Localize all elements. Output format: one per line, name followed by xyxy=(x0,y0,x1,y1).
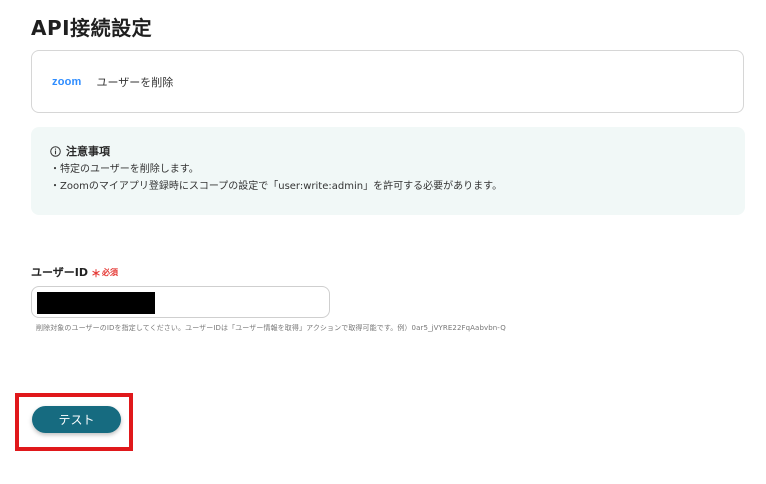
user-id-label-text: ユーザーID xyxy=(31,266,89,279)
notice-heading: 注意事項 xyxy=(50,143,725,159)
notice-panel: 注意事項 ・特定のユーザーを削除します。 ・Zoomのマイアプリ登録時にスコープ… xyxy=(31,127,745,215)
notice-heading-text: 注意事項 xyxy=(66,145,110,158)
page-title: API接続設定 xyxy=(31,16,153,40)
notice-line-1: ・特定のユーザーを削除します。 xyxy=(50,164,199,175)
user-id-input[interactable] xyxy=(31,286,330,318)
redacted-value xyxy=(37,292,155,314)
zoom-logo: zoom xyxy=(52,75,82,88)
action-selector[interactable]: zoom ユーザーを削除 xyxy=(31,50,744,113)
notice-line-2: ・Zoomのマイアプリ登録時にスコープの設定で「user:write:admin… xyxy=(50,181,503,192)
info-circle-icon xyxy=(50,145,61,157)
test-button[interactable]: テスト xyxy=(32,406,121,433)
user-id-hint: 削除対象のユーザーのIDを指定してください。ユーザーIDは「ユーザー情報を取得」… xyxy=(36,324,506,332)
required-mark: ＊ xyxy=(91,268,102,280)
required-text: 必須 xyxy=(102,267,119,277)
user-id-label: ユーザーID ＊ 必須 xyxy=(31,264,118,280)
action-label: ユーザーを削除 xyxy=(96,75,174,89)
